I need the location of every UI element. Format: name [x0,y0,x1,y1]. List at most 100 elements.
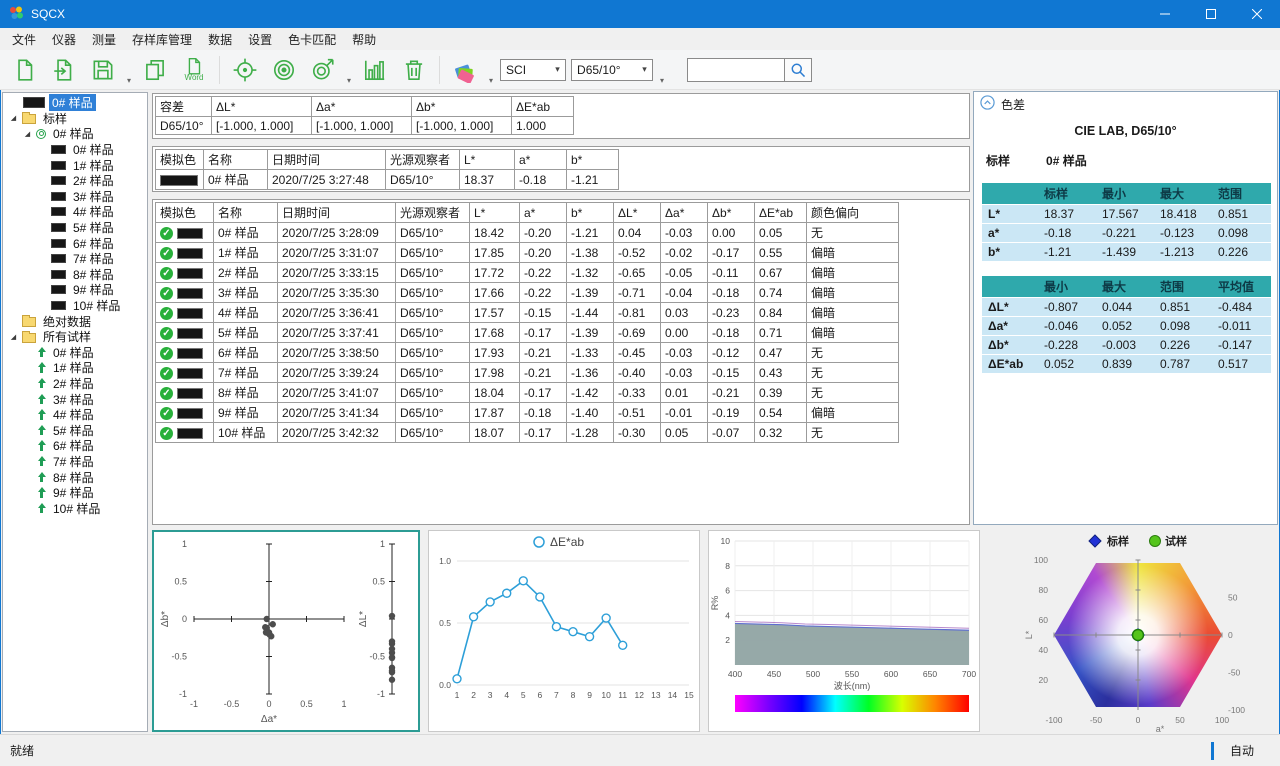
sample-row[interactable]: ✓2# 样品2020/7/25 3:33:15D65/10°17.72-0.22… [156,263,899,283]
reflectance-chart-panel: 246810400450500550600650700R%波长(nm) [708,530,980,732]
sample-row[interactable]: ✓10# 样品2020/7/25 3:42:32D65/10°18.07-0.1… [156,423,899,443]
column-header: 模拟色 [156,203,214,223]
tree-item-label: 0# 样品 [70,141,117,158]
illuminant-select[interactable]: D65/10° ▾ [571,59,653,81]
menu-item-4[interactable]: 数据 [200,31,240,48]
tree-item[interactable]: 6# 样品 [3,235,147,251]
save-button[interactable] [86,52,120,88]
tree-folder-standards[interactable]: ◢标样 [3,111,147,127]
status-mode[interactable]: 自动 [1230,742,1254,759]
standard-panel: 模拟色名称日期时间光源观察者L*a*b*0# 样品2020/7/25 3:27:… [152,146,970,192]
sample-row[interactable]: ✓5# 样品2020/7/25 3:37:41D65/10°17.68-0.17… [156,323,899,343]
sample-row[interactable]: ✓9# 样品2020/7/25 3:41:34D65/10°17.87-0.18… [156,403,899,423]
trial-arrow-icon [37,487,46,498]
minimize-button[interactable] [1142,0,1188,28]
stats-column-header: 最小 [1096,183,1154,205]
collapse-panel-icon[interactable] [980,95,995,113]
column-header: Δb* [708,203,755,223]
tree-item[interactable]: 5# 样品 [3,220,147,236]
svg-text:R%: R% [710,596,720,611]
sample-row[interactable]: ✓8# 样品2020/7/25 3:41:07D65/10°18.04-0.17… [156,383,899,403]
menu-item-7[interactable]: 帮助 [344,31,384,48]
tree-item[interactable]: 5# 样品 [3,422,147,438]
tree-standard-node[interactable]: ◢0# 样品 [3,126,147,142]
calibrate-button[interactable] [228,52,262,88]
tree-item[interactable]: 2# 样品 [3,173,147,189]
color-swatch [177,388,203,399]
chevron-down-icon[interactable]: ▾ [347,76,351,85]
menu-item-1[interactable]: 仪器 [44,31,84,48]
tree-item[interactable]: 8# 样品 [3,267,147,283]
sample-row[interactable]: ✓0# 样品2020/7/25 3:28:09D65/10°18.42-0.20… [156,223,899,243]
copy-button[interactable] [138,52,172,88]
tree-item[interactable]: 4# 样品 [3,407,147,423]
sample-row[interactable]: ✓4# 样品2020/7/25 3:36:41D65/10°17.57-0.15… [156,303,899,323]
menu-item-6[interactable]: 色卡匹配 [280,31,344,48]
column-header: L* [470,203,520,223]
chevron-down-icon[interactable]: ▾ [489,76,493,85]
sample-row[interactable]: ✓7# 样品2020/7/25 3:39:24D65/10°17.98-0.21… [156,363,899,383]
color-swatch [51,176,66,185]
sample-row[interactable]: ✓1# 样品2020/7/25 3:31:07D65/10°17.85-0.20… [156,243,899,263]
tree-item[interactable]: 1# 样品 [3,157,147,173]
color-card-match-button[interactable] [448,52,482,88]
tree-item[interactable]: 3# 样品 [3,391,147,407]
new-document-button[interactable] [8,52,42,88]
tree-item[interactable]: 0# 样品 [3,142,147,158]
column-header: 模拟色 [156,150,204,170]
color-swatch [177,428,203,439]
tree-item[interactable]: 0# 样品 [3,345,147,361]
tree-item[interactable]: 7# 样品 [3,251,147,267]
tree-item[interactable]: 9# 样品 [3,282,147,298]
tree-item-selected[interactable]: 0# 样品 [3,95,147,111]
search-icon[interactable] [785,58,812,82]
menu-item-2[interactable]: 测量 [84,31,124,48]
maximize-button[interactable] [1188,0,1234,28]
standard-row[interactable]: 0# 样品2020/7/25 3:27:48D65/10°18.37-0.18-… [156,170,619,190]
svg-text:600: 600 [884,669,898,679]
tree-folder-absolute[interactable]: 绝对数据 [3,313,147,329]
measure-standard-button[interactable] [267,52,301,88]
export-word-button[interactable]: Word [177,52,211,88]
svg-text:标样: 标样 [1106,534,1129,548]
tree-item[interactable]: 10# 样品 [3,298,147,314]
menu-item-5[interactable]: 设置 [240,31,280,48]
tree-item[interactable]: 2# 样品 [3,376,147,392]
tree-item[interactable]: 4# 样品 [3,204,147,220]
menu-item-3[interactable]: 存样库管理 [124,31,200,48]
sci-mode-select[interactable]: SCI ▾ [500,59,566,81]
tree-item[interactable]: 10# 样品 [3,500,147,516]
trial-arrow-icon [37,503,46,514]
delete-button[interactable] [397,52,431,88]
svg-text:15: 15 [684,690,694,700]
menu-item-0[interactable]: 文件 [4,31,44,48]
svg-text:0.5: 0.5 [174,577,187,587]
svg-text:-1: -1 [377,689,385,699]
tree-item[interactable]: 3# 样品 [3,189,147,205]
tree-folder-trials[interactable]: ◢所有试样 [3,329,147,345]
measure-sample-button[interactable] [306,52,340,88]
tree-item[interactable]: 1# 样品 [3,360,147,376]
sample-row[interactable]: ✓3# 样品2020/7/25 3:35:30D65/10°17.66-0.22… [156,283,899,303]
tree-item[interactable]: 6# 样品 [3,438,147,454]
stats-column-header: 平均值 [1212,276,1271,298]
expander-icon[interactable]: ◢ [23,130,32,138]
expander-icon[interactable]: ◢ [9,333,18,341]
tolerance-row[interactable]: D65/10°[-1.000, 1.000][-1.000, 1.000][-1… [156,117,574,135]
chart-button[interactable] [358,52,392,88]
stats-column-header: 范围 [1154,276,1212,298]
tree-item[interactable]: 7# 样品 [3,454,147,470]
chevron-down-icon[interactable]: ▾ [127,76,131,85]
tree-item[interactable]: 9# 样品 [3,485,147,501]
stats-row: ΔL*-0.8070.0440.851-0.484 [982,298,1271,317]
tree-item[interactable]: 8# 样品 [3,469,147,485]
expander-icon[interactable]: ◢ [9,114,18,122]
svg-text:3: 3 [488,690,493,700]
svg-text:0: 0 [1136,715,1141,725]
color-swatch [177,348,203,359]
export-button[interactable] [47,52,81,88]
chevron-down-icon[interactable]: ▾ [660,76,664,85]
search-input[interactable] [687,58,785,82]
sample-row[interactable]: ✓6# 样品2020/7/25 3:38:50D65/10°17.93-0.21… [156,343,899,363]
close-button[interactable] [1234,0,1280,28]
